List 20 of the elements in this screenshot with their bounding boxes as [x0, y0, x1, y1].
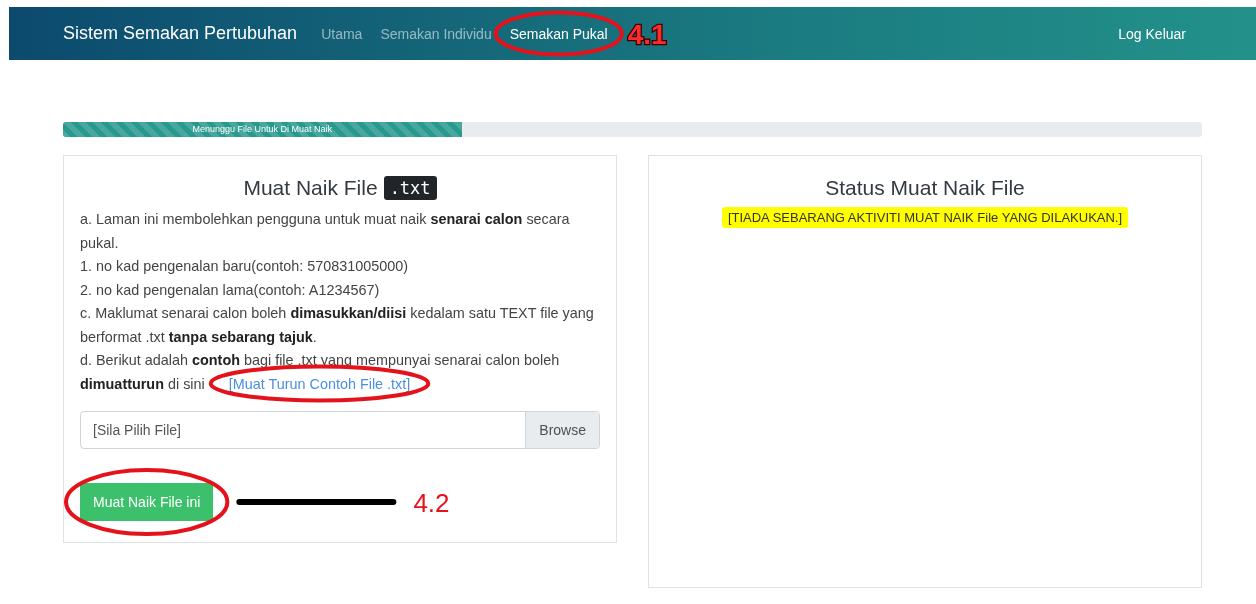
logout-link[interactable]: Log Keluar: [1118, 25, 1186, 42]
nav-link[interactable]: Semakan Individu: [380, 25, 492, 42]
browse-button[interactable]: Browse: [525, 412, 599, 448]
progress-fill: Menunggu File Untuk Di Muat Naik: [63, 122, 462, 137]
callout-label: 4.2: [413, 488, 450, 518]
instruction-text: 1. no kad pengenalan baru(contoh: 570831005000): [80, 257, 410, 276]
download-link[interactable]: [Muat Turun Contoh File .txt]: [228, 375, 411, 392]
instruction-text: c. Maklumat senarai calon boleh dimasukkan/diisi kedalam satu TEXT file yang berformat .txt tanpa sebarang tajuk.: [80, 304, 595, 347]
nav-link[interactable]: Semakan Pukal: [509, 25, 608, 42]
callout-label: 4.1: [627, 18, 667, 50]
card-title: Status Muat Naik File: [825, 176, 1025, 200]
instruction-text: a. Laman ini membolehkan pengguna untuk muat naik senarai calon secara pukal.: [80, 210, 571, 253]
file-input-field[interactable]: [Sila Pilih File] Browse: [80, 411, 600, 449]
file-type-badge: .txt: [383, 176, 437, 200]
nav-link[interactable]: Utama: [321, 25, 363, 42]
brand-title[interactable]: Sistem Semakan Pertubuhan: [63, 23, 298, 44]
upload-button[interactable]: Muat Naik File ini: [80, 483, 214, 521]
instruction-text: 2. no kad pengenalan lama(contoh: A1234567): [80, 280, 381, 300]
card-title: Muat Naik File: [243, 176, 378, 200]
status-message: [TIADA SEBARANG AKTIVITI MUAT NAIK File YANG DILAKUKAN.]: [721, 207, 1129, 228]
